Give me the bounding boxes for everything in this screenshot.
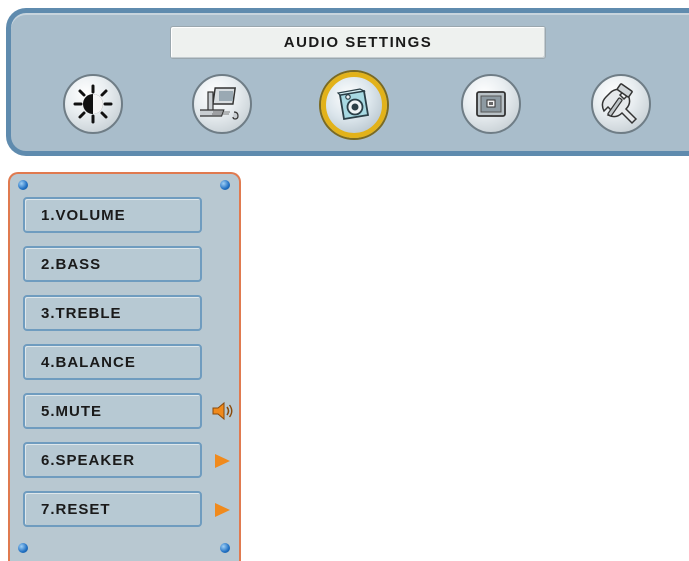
menu-item-volume[interactable]: 1.VOLUME (23, 197, 202, 233)
corner-dot-icon (18, 543, 28, 553)
menu-item-balance[interactable]: 4.BALANCE (23, 344, 202, 380)
brightness-icon[interactable] (63, 74, 123, 134)
menu-item-treble[interactable]: 3.TREBLE (23, 295, 202, 331)
audio-menu-panel: 1.VOLUME 2.BASS 3.TREBLE 4.BALANCE 5.MUT… (8, 172, 241, 561)
menu-header-bar: AUDIO SETTINGS (6, 8, 689, 156)
picture-icon[interactable] (461, 74, 521, 134)
arrow-right-icon[interactable] (210, 450, 234, 472)
speaker-icon[interactable] (321, 72, 387, 138)
menu-item-reset[interactable]: 7.RESET (23, 491, 202, 527)
corner-dot-icon (18, 180, 28, 190)
computer-icon[interactable] (192, 74, 252, 134)
menu-item-mute[interactable]: 5.MUTE (23, 393, 202, 429)
menu-item-bass[interactable]: 2.BASS (23, 246, 202, 282)
arrow-right-icon[interactable] (210, 499, 234, 521)
tools-icon[interactable] (591, 74, 651, 134)
volume-speaker-icon[interactable] (210, 400, 234, 422)
corner-dot-icon (220, 543, 230, 553)
corner-dot-icon (220, 180, 230, 190)
menu-item-speaker[interactable]: 6.SPEAKER (23, 442, 202, 478)
page-title: AUDIO SETTINGS (170, 26, 546, 59)
